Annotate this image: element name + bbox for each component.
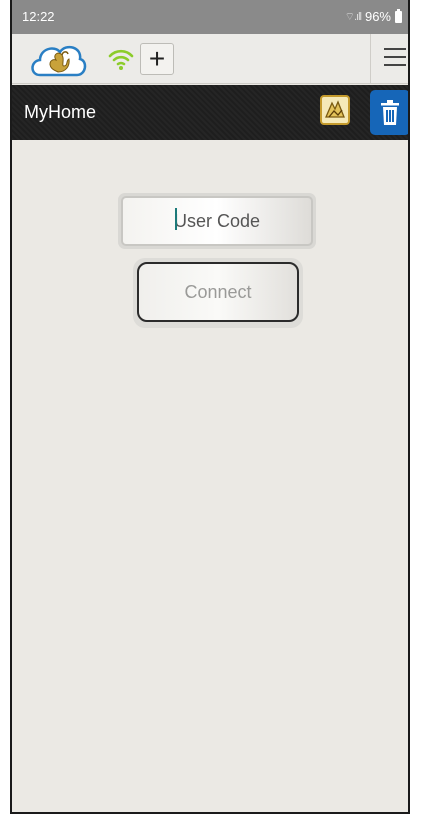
connect-button[interactable]: Connect xyxy=(137,262,299,322)
scene-icon[interactable] xyxy=(320,95,350,125)
swan-cloud-logo-icon[interactable] xyxy=(28,39,88,79)
page-title: MyHome xyxy=(24,102,97,122)
trash-icon xyxy=(381,99,399,125)
toolbar-divider xyxy=(370,34,371,83)
user-code-input[interactable] xyxy=(121,196,313,246)
connect-button-frame: Connect xyxy=(133,258,303,328)
wifi-icon[interactable] xyxy=(108,47,134,71)
user-code-field-frame xyxy=(118,193,316,249)
app-toolbar: + xyxy=(12,34,408,84)
status-indicators: ⌔.ıll 96% xyxy=(344,8,402,24)
status-time: 12:22 xyxy=(22,9,55,24)
app-frame: 12:22 ⌔.ıll 96% + MyHome User Code Conne… xyxy=(10,0,410,814)
battery-level: 96% xyxy=(364,9,391,24)
delete-button[interactable] xyxy=(370,90,408,135)
hamburger-menu-icon[interactable] xyxy=(384,48,406,68)
text-cursor xyxy=(175,208,177,230)
signal-icon: ⌔.ıll xyxy=(344,10,362,23)
title-bar: MyHome xyxy=(12,85,408,140)
main-content: Connect xyxy=(12,140,408,814)
add-button[interactable]: + xyxy=(140,43,174,75)
status-bar: 12:22 ⌔.ıll 96% xyxy=(12,0,408,34)
battery-icon xyxy=(395,8,402,23)
